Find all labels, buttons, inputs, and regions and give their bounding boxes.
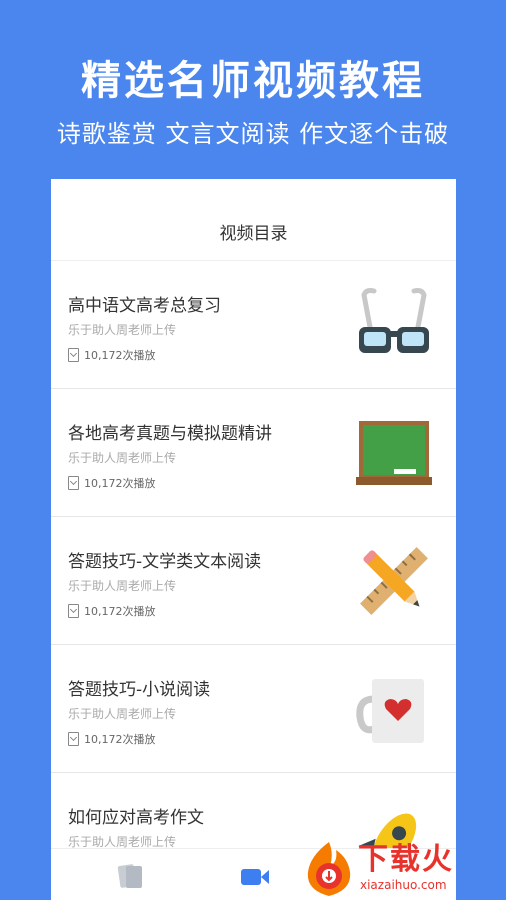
cards-tab-icon[interactable]: [115, 861, 147, 891]
video-catalog-card: 视频目录 高中语文高考总复习 乐于助人周老师上传 10,172次播放 各地高考真…: [51, 179, 456, 900]
watermark-brand: 下载火: [358, 842, 454, 877]
video-title: 答题技巧-小说阅读: [68, 680, 211, 700]
play-count-text: 10,172次播放: [84, 349, 156, 362]
bookmark-icon: [68, 476, 79, 490]
play-count: 10,172次播放: [68, 603, 156, 619]
video-title: 高中语文高考总复习: [68, 296, 221, 316]
uploader-label: 乐于助人周老师上传: [68, 323, 177, 337]
uploader-label: 乐于助人周老师上传: [68, 579, 177, 593]
catalog-title: 视频目录: [51, 179, 456, 261]
play-count-text: 10,172次播放: [84, 733, 156, 746]
play-count: 10,172次播放: [68, 347, 156, 363]
watermark-logo: 下载火 xiazaihuo.com: [300, 832, 506, 900]
bookmark-icon: [68, 604, 79, 618]
promo-subheadline: 诗歌鉴赏 文言文阅读 作文逐个击破: [56, 120, 450, 148]
bookmark-icon: [68, 732, 79, 746]
chalkboard-icon: [356, 421, 432, 485]
promo-headline: 精选名师视频教程: [81, 58, 425, 104]
uploader-label: 乐于助人周老师上传: [68, 451, 177, 465]
list-item[interactable]: 高中语文高考总复习 乐于助人周老师上传 10,172次播放: [51, 261, 456, 389]
uploader-label: 乐于助人周老师上传: [68, 707, 177, 721]
play-count: 10,172次播放: [68, 731, 156, 747]
watermark-domain: xiazaihuo.com: [360, 878, 447, 892]
heart-mug-icon: [356, 679, 424, 743]
video-title: 各地高考真题与模拟题精讲: [68, 424, 272, 444]
glasses-icon: [359, 288, 429, 353]
play-count-text: 10,172次播放: [84, 477, 156, 490]
play-count: 10,172次播放: [68, 475, 156, 491]
list-item[interactable]: 答题技巧-文学类文本阅读 乐于助人周老师上传 10,172次播放: [51, 517, 456, 645]
list-item[interactable]: 各地高考真题与模拟题精讲 乐于助人周老师上传 10,172次播放: [51, 389, 456, 517]
flame-logo-icon: [307, 842, 351, 896]
bookmark-icon: [68, 348, 79, 362]
list-item[interactable]: 答题技巧-小说阅读 乐于助人周老师上传 10,172次播放: [51, 645, 456, 773]
video-title: 答题技巧-文学类文本阅读: [68, 552, 262, 572]
ruler-pencil-icon: [360, 547, 428, 615]
play-count-text: 10,172次播放: [84, 605, 156, 618]
video-tab-icon[interactable]: [239, 861, 271, 891]
video-title: 如何应对高考作文: [68, 808, 204, 828]
